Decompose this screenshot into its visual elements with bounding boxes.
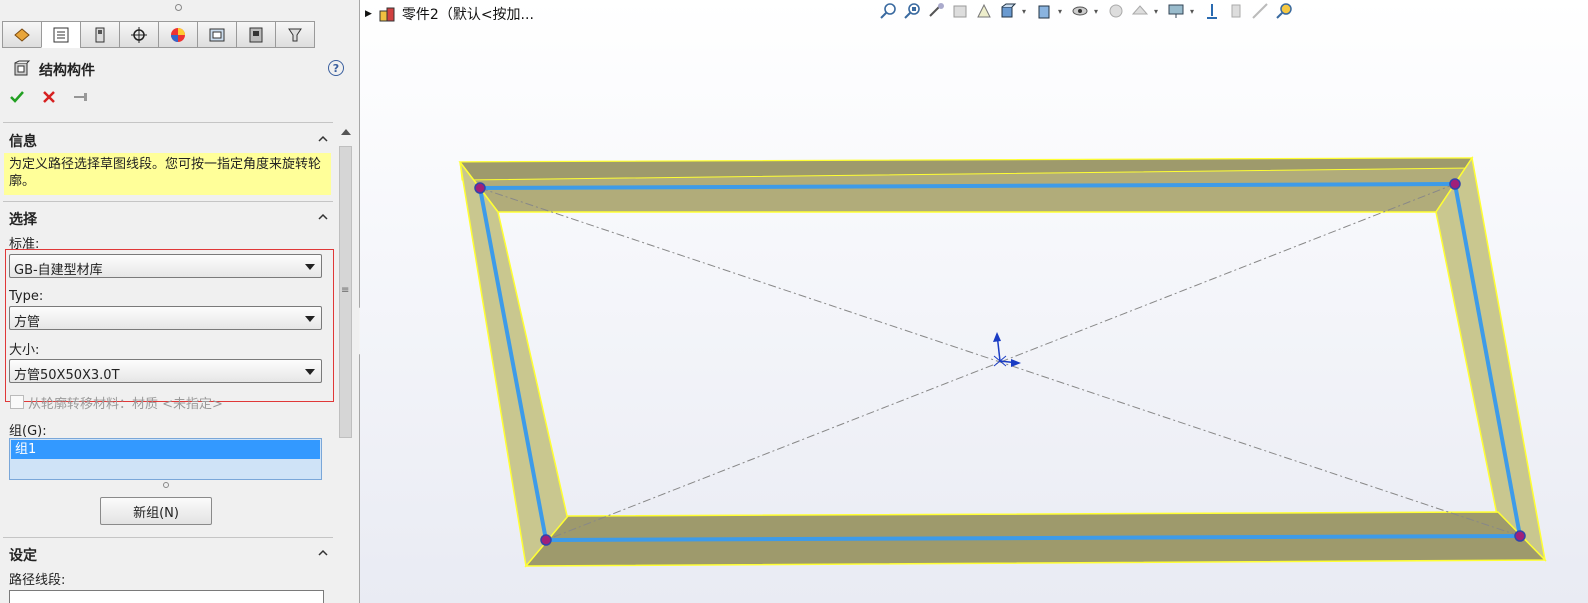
collapse-selection-icon[interactable] bbox=[318, 212, 328, 222]
help-icon[interactable]: ? bbox=[328, 60, 344, 76]
manager-tabs bbox=[2, 21, 315, 48]
expand-arrow-icon[interactable]: ▶ bbox=[365, 9, 372, 19]
size-select[interactable]: 方管50X50X3.0T bbox=[9, 359, 322, 383]
view-plane-icon[interactable] bbox=[1226, 1, 1246, 21]
display-style-icon[interactable] bbox=[1034, 1, 1054, 21]
zoom-to-area-icon[interactable] bbox=[902, 1, 922, 21]
tab-feature-manager[interactable] bbox=[2, 21, 41, 48]
tab-simulation-manager[interactable] bbox=[236, 21, 275, 48]
feature-manager-icon bbox=[14, 27, 30, 42]
heads-up-view-toolbar: ▾ ▾ ▾ ▾ ▾ bbox=[878, 0, 1294, 22]
info-section-title: 信息 bbox=[9, 134, 37, 150]
chevron-down-icon bbox=[305, 316, 315, 322]
collapse-settings-icon[interactable] bbox=[318, 548, 328, 558]
chevron-down-icon[interactable]: ▾ bbox=[1022, 7, 1030, 16]
tab-dimxpert-manager[interactable] bbox=[119, 21, 158, 48]
section-view-icon[interactable] bbox=[950, 1, 970, 21]
structural-member-icon bbox=[14, 60, 31, 76]
grip-icon: ≡ bbox=[341, 285, 350, 296]
tab-property-manager[interactable] bbox=[41, 21, 80, 48]
ok-icon[interactable] bbox=[8, 88, 26, 106]
cam-icon bbox=[209, 28, 225, 41]
previous-view-icon[interactable] bbox=[926, 1, 946, 21]
filter-icon bbox=[288, 28, 302, 41]
part-label[interactable]: 零件2（默认<按加... bbox=[402, 4, 534, 24]
settings-section-title: 设定 bbox=[9, 548, 37, 564]
selection-section-title: 选择 bbox=[9, 212, 37, 228]
standard-select[interactable]: GB-自建型材库 bbox=[9, 254, 322, 278]
dimxpert-icon bbox=[131, 26, 147, 43]
scroll-up-icon[interactable] bbox=[341, 129, 351, 135]
configuration-manager-icon bbox=[95, 27, 105, 42]
dynamic-annotation-icon[interactable] bbox=[974, 1, 994, 21]
scrollbar[interactable] bbox=[337, 126, 354, 603]
rotate-view-icon[interactable] bbox=[1202, 1, 1222, 21]
view-orientation-icon[interactable] bbox=[998, 1, 1018, 21]
edit-appearance-icon[interactable] bbox=[1106, 1, 1126, 21]
hide-show-items-icon[interactable] bbox=[1070, 1, 1090, 21]
group-label: 组(G): bbox=[9, 424, 47, 439]
property-manager-panel: 结构构件 ? 信息 为定义路径选择草图线段。您可按一指定角度来旋转轮廓。 选择 … bbox=[0, 0, 360, 603]
path-segments-list[interactable] bbox=[9, 590, 324, 603]
collapse-info-icon[interactable] bbox=[318, 134, 328, 144]
tab-cam-manager[interactable] bbox=[197, 21, 236, 48]
sketch-line-icon[interactable] bbox=[1250, 1, 1270, 21]
chevron-down-icon bbox=[305, 264, 315, 270]
type-value: 方管 bbox=[14, 315, 41, 330]
list-item[interactable]: 组1 bbox=[11, 440, 320, 459]
size-value: 方管50X50X3.0T bbox=[14, 368, 120, 383]
property-manager-icon bbox=[53, 27, 69, 42]
tab-custom-manager[interactable] bbox=[275, 21, 315, 48]
chevron-down-icon[interactable]: ▾ bbox=[1190, 7, 1198, 16]
info-message: 为定义路径选择草图线段。您可按一指定角度来旋转轮廓。 bbox=[4, 153, 331, 195]
chevron-down-icon[interactable]: ▾ bbox=[1094, 7, 1102, 16]
chevron-down-icon[interactable]: ▾ bbox=[1058, 7, 1066, 16]
divider bbox=[3, 201, 333, 202]
list-resize-handle[interactable] bbox=[163, 482, 169, 488]
cancel-icon[interactable] bbox=[40, 88, 58, 106]
simulation-icon bbox=[249, 27, 263, 42]
type-select[interactable]: 方管 bbox=[9, 306, 322, 330]
view-settings-icon[interactable] bbox=[1166, 1, 1186, 21]
pushpin-icon[interactable] bbox=[72, 88, 90, 106]
size-label: 大小: bbox=[9, 343, 40, 358]
chevron-down-icon[interactable]: ▾ bbox=[1154, 7, 1162, 16]
display-manager-icon bbox=[171, 27, 185, 42]
apply-scene-icon[interactable] bbox=[1130, 1, 1150, 21]
type-label: Type: bbox=[9, 289, 44, 304]
tab-configuration-manager[interactable] bbox=[80, 21, 119, 48]
property-manager-title: 结构构件 bbox=[39, 63, 95, 79]
property-manager-content: 信息 为定义路径选择草图线段。您可按一指定角度来旋转轮廓。 选择 标准: GB-… bbox=[0, 120, 336, 603]
divider bbox=[3, 122, 333, 123]
transfer-material-label: 从轮廓转移材料：材质 <未指定> bbox=[28, 397, 223, 412]
new-group-button[interactable]: 新组(N) bbox=[100, 497, 212, 525]
origin-icon bbox=[993, 332, 1021, 367]
model-scene[interactable] bbox=[360, 0, 1588, 603]
chevron-down-icon bbox=[305, 369, 315, 375]
measure-icon[interactable] bbox=[1274, 1, 1294, 21]
group-list[interactable]: 组1 bbox=[9, 438, 322, 480]
feature-tree-flyout[interactable]: ▶ 零件2（默认<按加... bbox=[365, 4, 534, 24]
path-segments-label: 路径线段: bbox=[9, 573, 66, 588]
part-icon bbox=[379, 7, 395, 22]
standard-value: GB-自建型材库 bbox=[14, 263, 103, 278]
action-buttons bbox=[8, 88, 90, 106]
transfer-material-checkbox[interactable] bbox=[10, 395, 24, 409]
property-manager-header: 结构构件 ? bbox=[0, 52, 359, 82]
divider bbox=[3, 537, 333, 538]
panel-splitter[interactable] bbox=[175, 4, 182, 11]
tab-display-manager[interactable] bbox=[158, 21, 197, 48]
zoom-to-fit-icon[interactable] bbox=[878, 1, 898, 21]
